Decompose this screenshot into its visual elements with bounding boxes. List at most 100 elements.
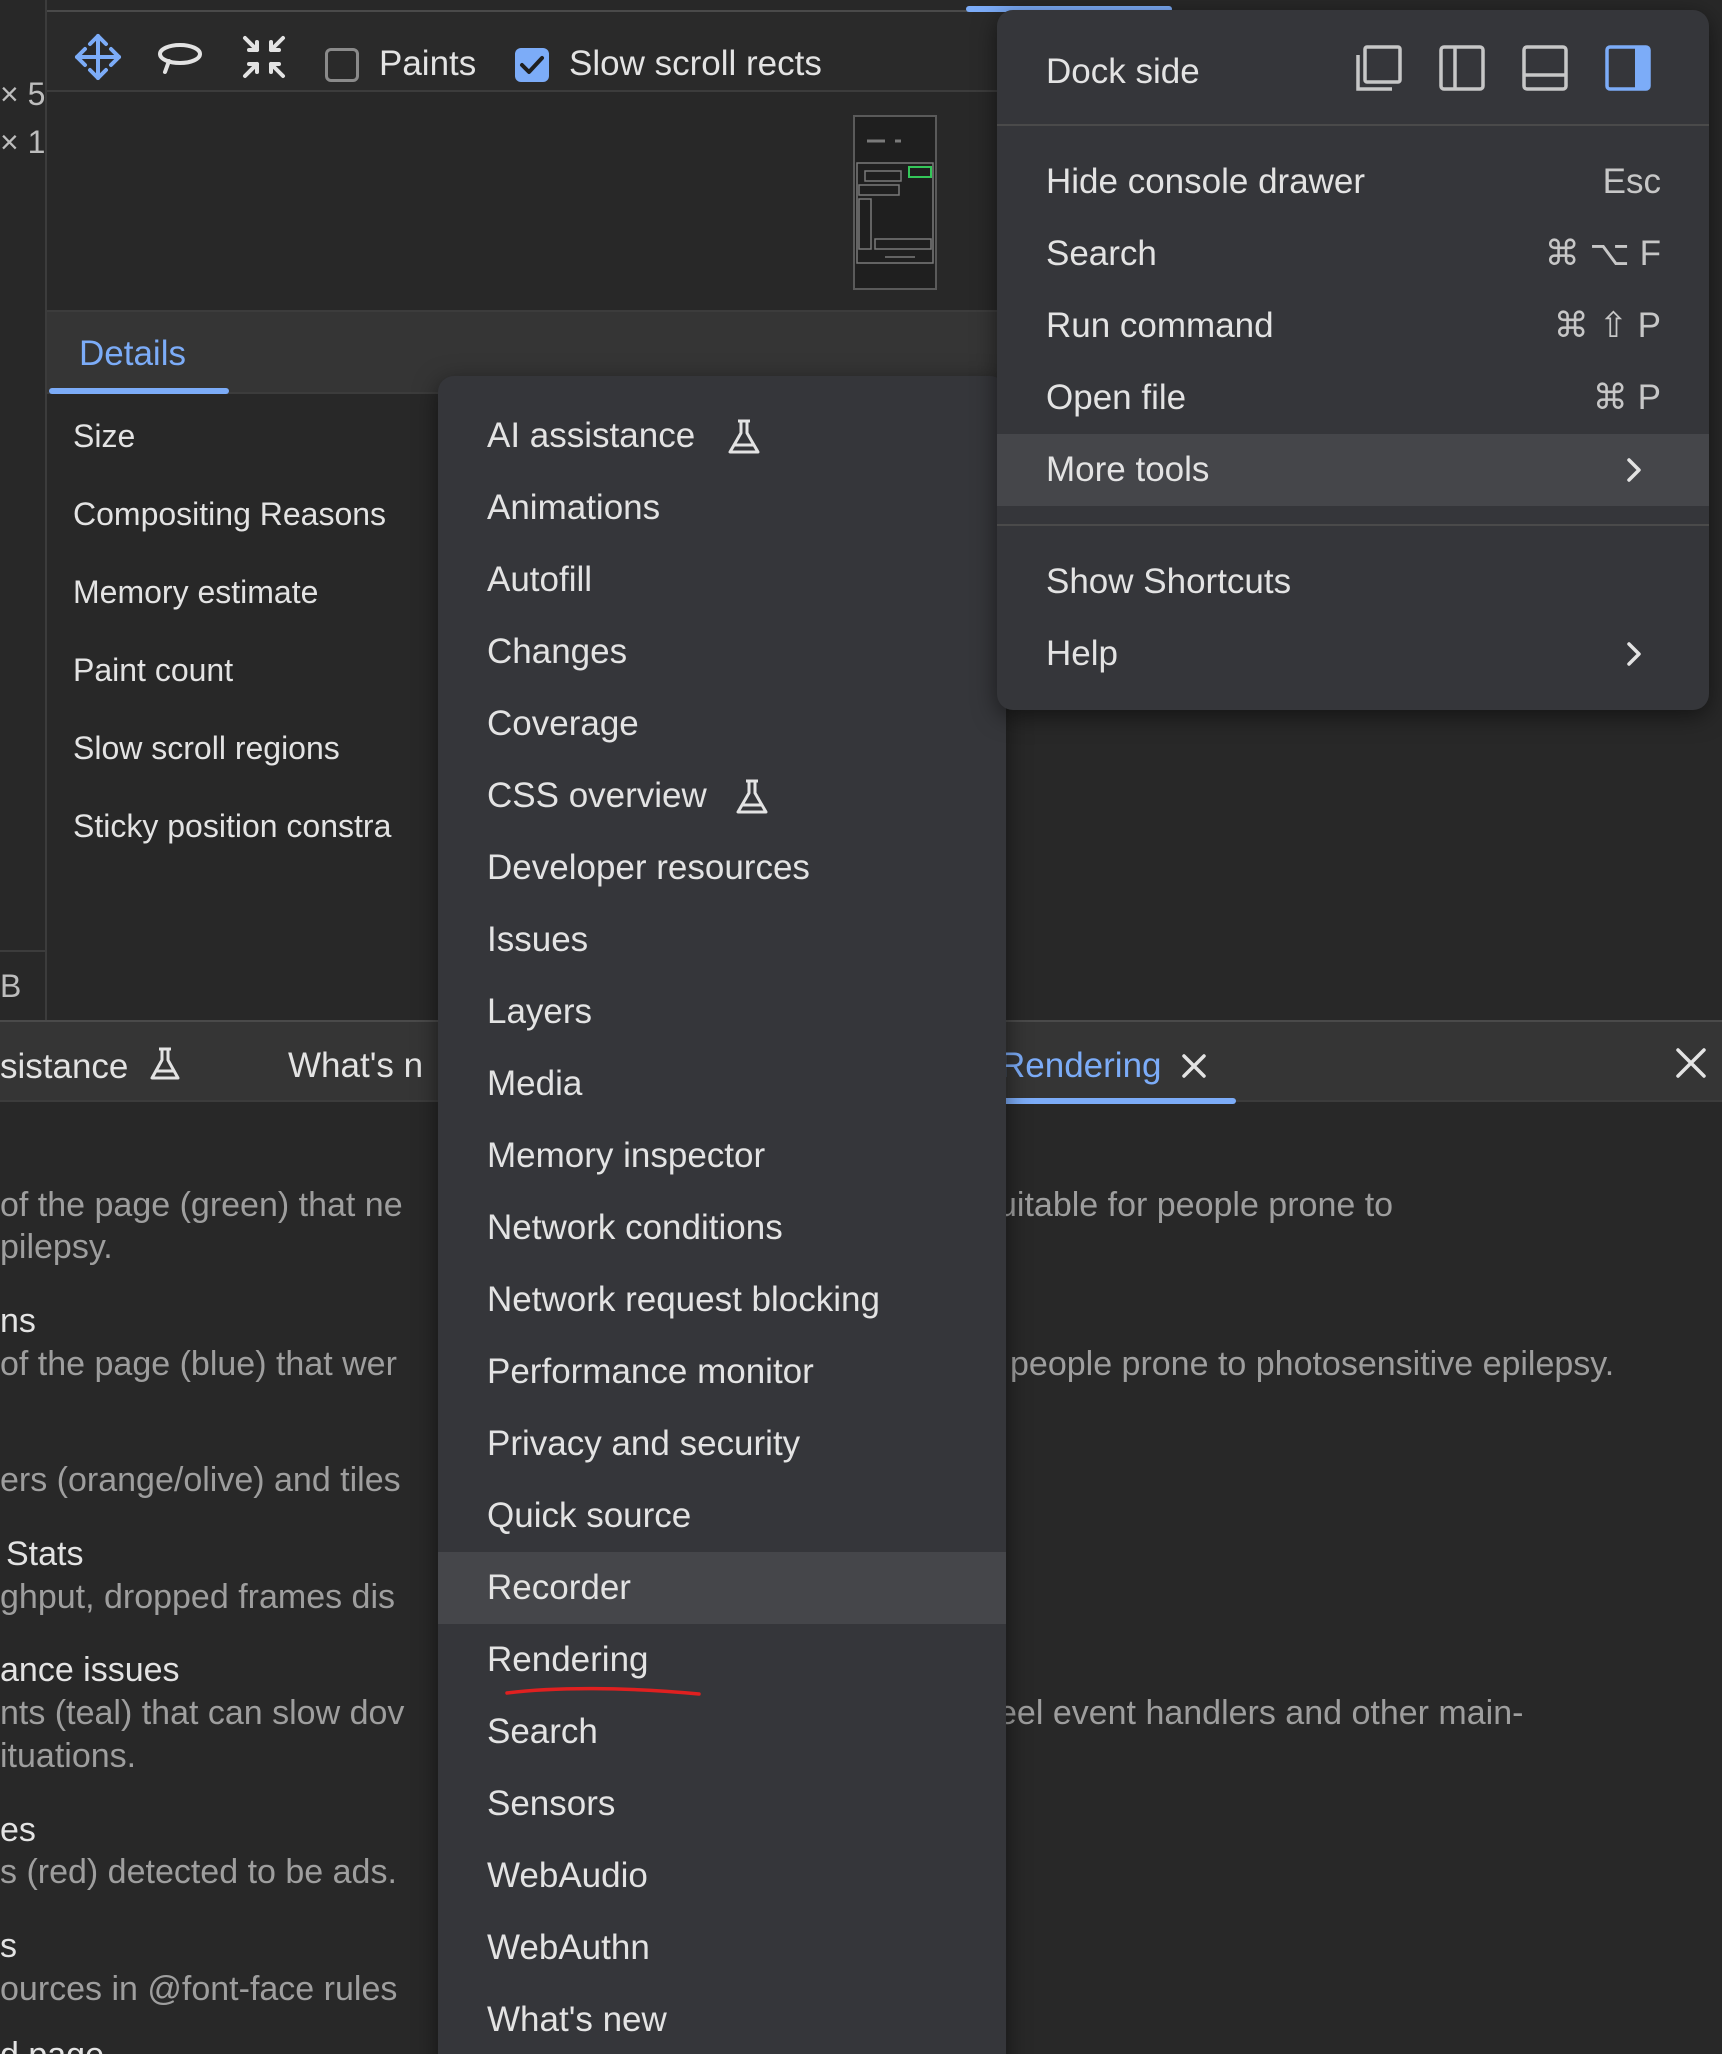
menu-item-label: Layers	[487, 992, 593, 1031]
menu-item-label: Recorder	[487, 1568, 631, 1607]
menu-item-open-file[interactable]: Open file ⌘ P	[997, 362, 1709, 434]
menu-item-developer-resources[interactable]: Developer resources	[438, 832, 1006, 904]
rendering-description: people prone to photosensitive epilepsy.	[1010, 1345, 1615, 1383]
pan-icon[interactable]	[71, 30, 125, 84]
menu-item-layers[interactable]: Layers	[438, 976, 1006, 1048]
strip-text: B	[0, 968, 22, 1004]
menu-item-shortcut: Esc	[1602, 162, 1661, 201]
menu-item-label: Animations	[487, 488, 661, 527]
tab-rendering[interactable]: Rendering	[1000, 1046, 1207, 1086]
menu-item-label: Open file	[1046, 378, 1187, 417]
menu-separator	[997, 124, 1709, 126]
menu-item-issues[interactable]: Issues	[438, 904, 1006, 976]
menu-item-search[interactable]: Search ⌘ ⌥ F	[997, 218, 1709, 290]
menu-item-label: Memory inspector	[487, 1136, 766, 1175]
menu-item-memory-inspector[interactable]: Memory inspector	[438, 1120, 1006, 1192]
menu-item-webaudio[interactable]: WebAudio	[438, 1840, 1006, 1912]
dock-side-label: Dock side	[1046, 52, 1200, 91]
menu-item-shortcut: ⌘ P	[1592, 378, 1661, 417]
rendering-description: nts (teal) that can slow dov	[0, 1694, 405, 1732]
flask-icon	[150, 1047, 180, 1080]
rendering-description: ghput, dropped frames dis	[0, 1578, 396, 1616]
rendering-description: s (red) detected to be ads.	[0, 1853, 397, 1891]
rendering-description: eel event handlers and other main-	[998, 1694, 1524, 1732]
menu-item-network-request-blocking[interactable]: Network request blocking	[438, 1264, 1006, 1336]
menu-item-performance-monitor[interactable]: Performance monitor	[438, 1336, 1006, 1408]
dock-left-icon[interactable]	[1437, 43, 1487, 93]
dock-bottom-icon[interactable]	[1520, 43, 1570, 93]
menu-item-ai-assistance[interactable]: AI assistance	[438, 400, 1006, 472]
tab-whats-new[interactable]: What's n	[288, 1046, 423, 1086]
menu-item-label: Run command	[1046, 306, 1274, 345]
menu-item-show-shortcuts[interactable]: Show Shortcuts	[997, 546, 1709, 618]
rendering-option-title: ns	[0, 1302, 36, 1340]
menu-item-media[interactable]: Media	[438, 1048, 1006, 1120]
menu-item-privacy-and-security[interactable]: Privacy and security	[438, 1408, 1006, 1480]
active-tab-indicator	[49, 388, 229, 394]
left-panel-strip: × 5 × 1 B	[0, 0, 47, 1020]
menu-item-webauthn[interactable]: WebAuthn	[438, 1912, 1006, 1984]
tab-details[interactable]: Details	[79, 334, 186, 374]
menu-item-quick-source[interactable]: Quick source	[438, 1480, 1006, 1552]
paints-checkbox[interactable]	[325, 48, 359, 82]
close-tab-icon[interactable]	[1181, 1053, 1207, 1079]
flask-icon	[736, 779, 768, 814]
divider	[0, 950, 47, 952]
undock-icon[interactable]	[1354, 43, 1404, 93]
menu-item-css-overview[interactable]: CSS overview	[438, 760, 1006, 832]
menu-item-help[interactable]: Help	[997, 618, 1709, 690]
dock-right-icon[interactable]	[1603, 43, 1653, 93]
menu-item-label: Developer resources	[487, 848, 810, 887]
rendering-description: uitable for people prone to	[998, 1186, 1394, 1224]
more-tools-submenu: AI assistance Animations Autofill Change…	[438, 376, 1006, 2054]
active-tab-indicator	[998, 1098, 1236, 1104]
tab-label: Rendering	[1000, 1046, 1162, 1085]
menu-item-animations[interactable]: Animations	[438, 472, 1006, 544]
menu-item-label: Sensors	[487, 1784, 616, 1823]
tab-label: sistance	[0, 1047, 129, 1086]
menu-item-label: Hide console drawer	[1046, 162, 1366, 201]
menu-item-run-command[interactable]: Run command ⌘ ⇧ P	[997, 290, 1709, 362]
layers-minimap[interactable]	[853, 115, 937, 290]
close-icon[interactable]	[1675, 1047, 1707, 1079]
chevron-right-icon	[1627, 642, 1641, 666]
reset-view-icon[interactable]	[237, 30, 291, 84]
chevron-right-icon	[1627, 458, 1641, 482]
menu-item-recorder[interactable]: Recorder	[438, 1552, 1006, 1624]
menu-item-label: Coverage	[487, 704, 639, 743]
rendering-description: ources in @font-face rules	[0, 1970, 398, 2008]
menu-item-label: Privacy and security	[487, 1424, 801, 1463]
rendering-description: ers (orange/olive) and tiles	[0, 1461, 401, 1499]
detail-row-label: Paint count	[73, 652, 234, 688]
red-annotation-underline	[505, 1686, 701, 1696]
menu-item-label: Rendering	[487, 1640, 649, 1679]
menu-item-hide-console-drawer[interactable]: Hide console drawer Esc	[997, 146, 1709, 218]
menu-item-label: CSS overview	[487, 776, 707, 815]
rendering-description: of the page (green) that ne	[0, 1186, 403, 1224]
slow-scroll-rects-checkbox[interactable]	[515, 48, 549, 82]
menu-item-label: Search	[487, 1712, 598, 1751]
menu-item-label: WebAudio	[487, 1856, 648, 1895]
menu-item-sensors[interactable]: Sensors	[438, 1768, 1006, 1840]
rotate-icon[interactable]	[153, 30, 207, 84]
rendering-option-title: es	[0, 1811, 36, 1849]
menu-item-autofill[interactable]: Autofill	[438, 544, 1006, 616]
menu-item-whats-new[interactable]: What's new	[438, 1984, 1006, 2054]
strip-text: × 1	[0, 124, 46, 160]
menu-item-changes[interactable]: Changes	[438, 616, 1006, 688]
menu-item-label: Autofill	[487, 560, 593, 599]
menu-item-more-tools[interactable]: More tools	[997, 434, 1709, 506]
menu-item-label: More tools	[1046, 450, 1210, 489]
menu-item-label: Media	[487, 1064, 583, 1103]
menu-item-label: WebAuthn	[487, 1928, 650, 1967]
menu-item-label: Search	[1046, 234, 1157, 273]
menu-item-search[interactable]: Search	[438, 1696, 1006, 1768]
detail-row-label: Memory estimate	[73, 574, 319, 610]
menu-item-label: What's new	[487, 2000, 667, 2039]
menu-item-label: Help	[1046, 634, 1118, 673]
tab-ai-assistance[interactable]: sistance	[0, 1046, 182, 1087]
detail-row-label: Size	[73, 418, 136, 454]
menu-item-coverage[interactable]: Coverage	[438, 688, 1006, 760]
rendering-option-title: ance issues	[0, 1651, 180, 1689]
menu-item-network-conditions[interactable]: Network conditions	[438, 1192, 1006, 1264]
